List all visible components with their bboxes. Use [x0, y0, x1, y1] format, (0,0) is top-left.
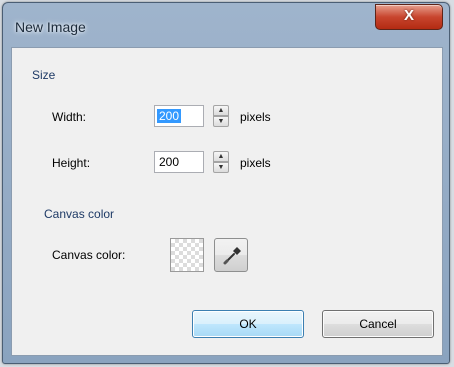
height-unit-label: pixels: [240, 156, 271, 170]
cancel-button[interactable]: Cancel: [322, 310, 434, 338]
width-stepper[interactable]: ▲ ▼: [213, 105, 229, 127]
size-section-label: Size: [32, 68, 56, 82]
color-picker-button[interactable]: [214, 238, 248, 272]
width-label: Width:: [52, 110, 87, 124]
canvas-color-swatch[interactable]: [170, 238, 204, 272]
close-button[interactable]: X: [375, 4, 443, 30]
height-label: Height:: [52, 156, 91, 170]
width-value: 200: [157, 109, 182, 123]
height-value: 200: [159, 155, 180, 169]
close-icon: X: [403, 7, 414, 24]
dialog-title: New Image: [15, 19, 86, 35]
width-increment-button[interactable]: ▲: [213, 105, 229, 116]
height-input[interactable]: 200: [154, 151, 204, 173]
height-increment-button[interactable]: ▲: [213, 151, 229, 162]
height-stepper[interactable]: ▲ ▼: [213, 151, 229, 173]
dialog-body: Size Width: 200 ▲ ▼ pixels Height: 200 ▲…: [11, 47, 443, 356]
height-decrement-button[interactable]: ▼: [213, 162, 229, 173]
ok-button[interactable]: OK: [192, 310, 304, 338]
canvas-color-label: Canvas color:: [52, 248, 126, 262]
title-bar[interactable]: New Image X: [3, 3, 449, 43]
width-unit-label: pixels: [240, 110, 271, 124]
canvas-color-section-label: Canvas color: [44, 207, 115, 221]
new-image-dialog: New Image X Size Width: 200 ▲ ▼ pixels H…: [2, 2, 450, 364]
eyedropper-icon: [223, 247, 241, 265]
width-input[interactable]: 200: [154, 105, 204, 127]
width-decrement-button[interactable]: ▼: [213, 116, 229, 127]
